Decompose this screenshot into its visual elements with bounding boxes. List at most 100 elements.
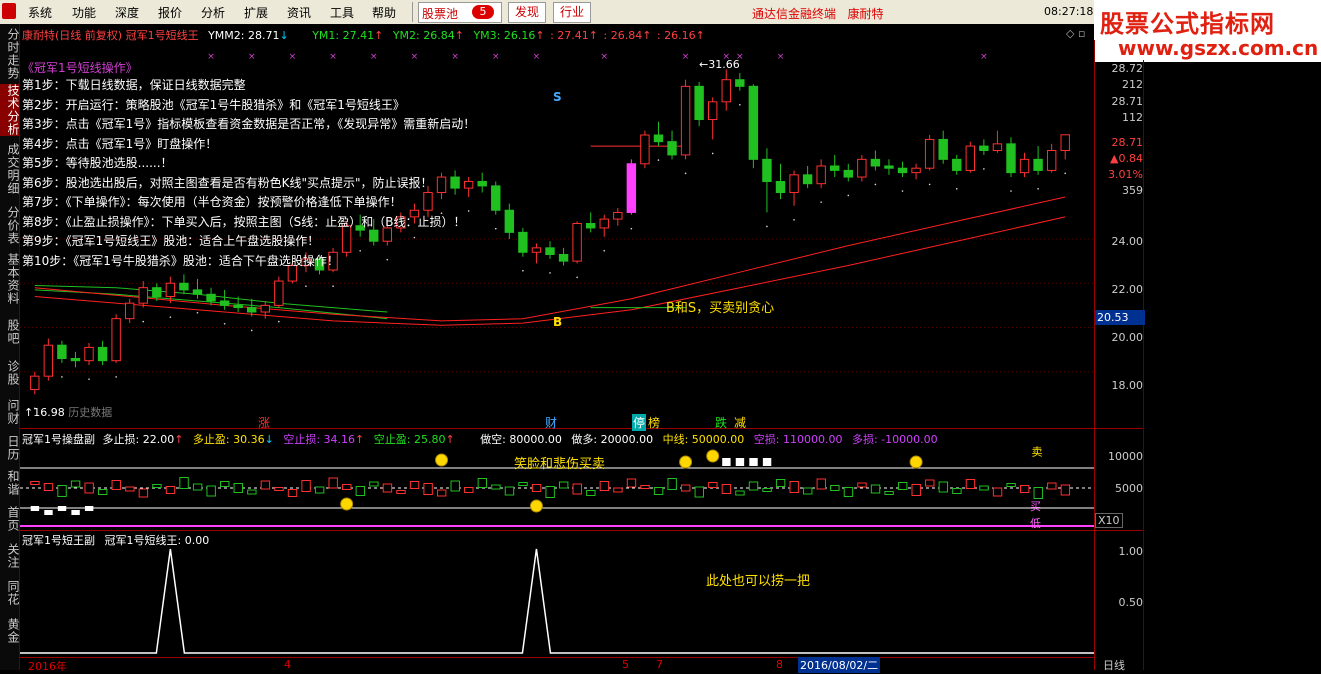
signal-dot [576,276,578,279]
candle [274,280,284,306]
sub1-white-bar [57,506,67,511]
candle [599,218,609,229]
guide-step: 第2步：开启运行：策略股池《冠军1号牛股猎杀》和《冠军1号短线王》 [22,97,405,112]
sub1-bar [870,484,881,494]
candle [924,138,935,169]
event-finance[interactable]: 财 [545,414,557,431]
event-fall[interactable]: 跌 [715,414,727,431]
right-panel-value: 3.01% [1108,168,1143,181]
sub1-bar [830,485,840,491]
sub1-low-label: 低 [1030,517,1041,530]
candle [43,344,54,377]
axis-month-4: 4 [284,658,291,671]
menu-help[interactable]: 帮助 [372,4,396,21]
candle [219,300,230,306]
sub1-annotation: 笑脸和悲伤买卖 [514,457,606,472]
sidebar-tab-1[interactable]: 技术分析 [0,84,20,136]
sub1-bar [179,477,189,489]
candle [1019,158,1030,174]
watermark-url: www.gszx.com.cn [1118,36,1319,60]
candle [680,85,691,156]
sub1-bar [450,480,460,492]
top-marker: × [682,52,690,62]
sub1-bar [938,481,949,493]
candle [97,346,108,362]
sidebar-tab-5[interactable]: 股吧 [0,314,20,350]
signal-dot [169,316,172,318]
candle [247,307,257,313]
y-axis-tick: 18.00 [1111,379,1144,392]
event-halt[interactable]: 停 [632,414,647,431]
sidebar-tab-10[interactable]: 首页 [0,502,20,535]
candle [165,282,176,298]
sub1-bar [897,482,908,490]
sub1-bar [1033,487,1043,499]
menu-analysis[interactable]: 分析 [201,4,225,21]
sidebar-tab-2[interactable]: 成交明细 [0,140,20,198]
candle [572,223,582,262]
sidebar-tab-12[interactable]: 同花 [0,576,20,610]
menu-news[interactable]: 资讯 [287,4,311,21]
candle [1046,150,1057,171]
sub1-bar [328,477,338,489]
stock-pool-button[interactable]: 股票池 5 [418,2,502,23]
sub1-bar [653,487,664,495]
candle [992,143,1003,152]
signal-dot [847,194,850,197]
menu-extend[interactable]: 扩展 [244,4,268,21]
sub2-annotation: 此处也可以捞一把 [706,574,811,589]
guide-step: 第4步：点击《冠军1号》盯盘操作！ [22,136,218,151]
candle [179,282,189,291]
sidebar-tab-8[interactable]: 日历 [0,431,20,465]
menu-system[interactable]: 系统 [28,4,52,21]
sidebar-tab-13[interactable]: 黄金 [0,612,20,650]
candle [884,165,894,169]
sub1-bar [1006,483,1016,487]
candle [613,211,623,220]
signal-dot [522,269,524,272]
sub1-bar [748,481,759,491]
short-take-profit: 空止盈: 25.80 [373,433,446,446]
candle [477,180,487,187]
discover-button[interactable]: 发现 [508,2,546,23]
buy-signal-label: B [553,315,563,329]
industry-button[interactable]: 行业 [553,2,591,23]
sidebar-tab-4[interactable]: 基本资料 [0,248,20,310]
event-reduce[interactable]: 减 [734,414,746,431]
sub1-bar [558,481,569,489]
top-marker: × [207,52,215,62]
window-controls-icon[interactable]: ◇ ▫ [1066,27,1085,40]
right-panel-value: 28.72 [1111,62,1144,75]
event-list[interactable]: 榜 [648,414,660,431]
event-rise[interactable]: 涨 [258,414,270,431]
sub1-scale-button[interactable]: X10 [1095,513,1123,528]
sidebar-tab-3[interactable]: 分价表 [0,205,20,245]
sub1-bar [952,488,962,494]
sidebar-tab-0[interactable]: 分时走势 [0,28,20,80]
menu-depth[interactable]: 深度 [115,4,139,21]
candle [735,79,745,87]
pane-divider [20,428,1143,429]
sidebar-tab-7[interactable]: 问财 [0,395,20,429]
candle [897,167,908,174]
candle [667,141,677,156]
menu-quote[interactable]: 报价 [158,4,182,21]
menu-function[interactable]: 功能 [72,4,96,21]
signal-dot [711,152,714,155]
signal-dot [88,378,90,380]
candle [1033,158,1043,171]
sub1-bar [409,481,420,489]
sub1-white-bar [84,506,94,511]
signal-dot [223,323,226,325]
short-stop-loss: 空止损: 34.16 [283,433,356,446]
period-selector[interactable]: 日线 [1103,657,1125,673]
sidebar-tab-6[interactable]: 诊股 [0,353,20,393]
sidebar-tab-9[interactable]: 和谐 [0,465,20,500]
sub1-bar [247,489,257,495]
sidebar-tab-11[interactable]: 关注 [0,537,20,574]
sub2-chart [20,548,1094,654]
candle [233,304,243,309]
sub1-bar [667,478,677,490]
candle [531,247,542,253]
menu-tools[interactable]: 工具 [330,4,354,21]
